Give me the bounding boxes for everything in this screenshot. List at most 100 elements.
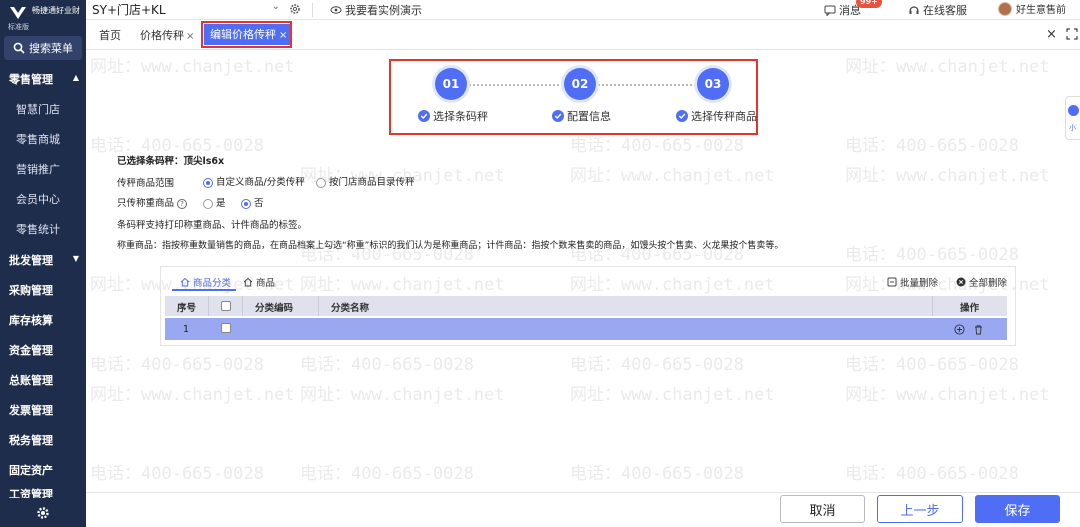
online-service-button[interactable]: 在线客服 [908, 2, 967, 18]
watermark-site: 网址：www.chanjet.net [300, 385, 505, 405]
weigh-only-label: 只传称重商品? [117, 195, 188, 209]
weigh-option-no[interactable]: 否 [241, 195, 264, 209]
batch-delete-icon [887, 277, 897, 287]
watermark-site: 网址：www.chanjet.net [570, 166, 775, 186]
cancel-button[interactable]: 取消 [780, 495, 865, 523]
step-label-text: 选择传秤商品 [691, 110, 757, 123]
search-icon [13, 42, 25, 54]
messages-button[interactable]: 消息 [824, 2, 861, 18]
sidebar-item-marketing[interactable]: 营销推广 [0, 155, 86, 183]
tab-goods[interactable]: 商品 [243, 275, 275, 289]
sidebar-item-retail-stats[interactable]: 零售统计 [0, 215, 86, 243]
radio-label: 按门店商品目录传秤 [329, 177, 415, 188]
tab-bar: 首页 价格传秤 × 编辑价格传秤 × × [86, 20, 1080, 50]
settings-gear-icon[interactable] [36, 506, 50, 520]
watermark-site: 网址：www.chanjet.net [90, 385, 295, 405]
menu-group-invoice[interactable]: 发票管理 [0, 396, 86, 424]
radio-unchecked[interactable] [316, 177, 326, 188]
demo-link-label: 我要看实例演示 [345, 4, 422, 17]
chevron-down-icon: ⌄ [271, 1, 280, 12]
column-header-code: 分类编码 [255, 303, 294, 314]
step-3-label: 选择传秤商品 [676, 108, 757, 124]
eye-icon [330, 6, 342, 14]
row-checkbox[interactable] [221, 323, 231, 333]
radio-label: 自定义商品/分类传秤 [216, 177, 305, 188]
tab-goods-category[interactable]: 商品分类 [180, 275, 231, 289]
watermark-site: 网址：www.chanjet.net [570, 385, 775, 405]
brand: 畅捷通好业财 标准版 [0, 0, 86, 34]
tab-home[interactable]: 首页 [99, 27, 121, 45]
column-divider [208, 296, 209, 316]
add-circle-icon[interactable] [954, 324, 965, 335]
range-option-custom[interactable]: 自定义商品/分类传秤 [203, 174, 305, 188]
step-1-label: 选择条码秤 [418, 108, 488, 124]
menu-group-retail[interactable]: 零售管理 ▲ [0, 65, 86, 93]
watermark-phone: 电话：400-665-0028 [845, 136, 1019, 156]
helper-label: 小 [1069, 124, 1076, 132]
menu-group-fixed-assets[interactable]: 固定资产 [0, 456, 86, 484]
store-select[interactable]: SY+门店+KL ⌄ [92, 1, 282, 18]
check-circle-icon [418, 110, 430, 122]
menu-group-label: 批发管理 [9, 254, 53, 267]
store-select-value: SY+门店+KL [92, 3, 166, 17]
watermark-site: 网址：www.chanjet.net [90, 57, 295, 77]
menu-group-inventory[interactable]: 库存核算 [0, 306, 86, 334]
sidebar-item-smart-store[interactable]: 智慧门店 [0, 95, 86, 123]
step-connector [469, 84, 563, 86]
radio-checked[interactable] [241, 198, 251, 209]
range-label: 传秤商品范围 [117, 178, 175, 189]
radio-unchecked[interactable] [203, 198, 213, 209]
step-2-circle: 02 [564, 68, 596, 100]
menu-group-wholesale[interactable]: 批发管理 ▼ [0, 246, 86, 274]
home-icon [180, 277, 190, 287]
menu-search-button[interactable]: 搜索菜单 [4, 36, 82, 60]
menu-group-payroll[interactable]: 工资管理 [0, 486, 86, 498]
table-row[interactable] [165, 318, 1007, 340]
tab-price-scale[interactable]: 价格传秤 × [140, 27, 194, 45]
column-divider [932, 296, 933, 316]
helper-icon [1068, 105, 1079, 116]
select-all-checkbox[interactable] [221, 301, 231, 311]
active-tab-indicator [172, 289, 236, 291]
batch-delete-button[interactable]: 批量删除 [887, 275, 938, 289]
save-button[interactable]: 保存 [975, 495, 1060, 523]
range-option-store-catalog[interactable]: 按门店商品目录传秤 [316, 174, 415, 188]
step-1-circle: 01 [435, 68, 467, 100]
online-service-label: 在线客服 [923, 4, 967, 17]
floating-helper[interactable]: 小 [1065, 96, 1080, 140]
sidebar-item-retail-mall[interactable]: 零售商城 [0, 125, 86, 153]
panel-tab-label: 商品 [256, 278, 276, 289]
watermark-site: 网址：www.chanjet.net [845, 57, 1050, 77]
weigh-option-yes[interactable]: 是 [203, 195, 226, 209]
delete-all-button[interactable]: 全部删除 [956, 275, 1007, 289]
user-menu[interactable]: 好生意售前 [998, 1, 1066, 16]
gear-icon[interactable] [289, 3, 301, 15]
caret-down-icon: ▼ [72, 254, 79, 263]
menu-group-purchase[interactable]: 采购管理 [0, 276, 86, 304]
watermark-site: 网址：www.chanjet.net [845, 385, 1050, 405]
step-2-label: 配置信息 [552, 108, 611, 124]
fullscreen-icon[interactable] [1066, 28, 1078, 40]
close-icon[interactable]: × [186, 31, 194, 42]
menu-group-tax[interactable]: 税务管理 [0, 426, 86, 454]
watermark-phone: 电话：400-665-0028 [300, 464, 474, 484]
headset-icon [909, 6, 919, 14]
previous-step-button[interactable]: 上一步 [877, 495, 963, 523]
radio-checked[interactable] [203, 177, 213, 188]
avatar [998, 1, 1012, 16]
menu-search-label: 搜索菜单 [29, 42, 73, 55]
column-divider [242, 296, 243, 316]
step-label-text: 选择条码秤 [433, 110, 488, 123]
menu-group-ledger[interactable]: 总账管理 [0, 366, 86, 394]
demo-link[interactable]: 我要看实例演示 [330, 2, 422, 18]
column-header-name: 分类名称 [331, 303, 370, 314]
menu-group-funds[interactable]: 资金管理 [0, 336, 86, 364]
message-count-badge: 99+ [856, 0, 882, 8]
close-all-tabs-icon[interactable]: × [1046, 27, 1057, 42]
watermark-phone: 电话：400-665-0028 [90, 355, 264, 375]
help-icon[interactable]: ? [177, 198, 188, 209]
sidebar-item-member-center[interactable]: 会员中心 [0, 185, 86, 213]
weigh-definition-note: 称重商品：指按称重数量销售的商品，在商品档案上勾选“称重”标识的我们认为是称重商… [117, 241, 784, 251]
trash-icon[interactable] [973, 324, 984, 335]
radio-label: 是 [216, 198, 226, 209]
